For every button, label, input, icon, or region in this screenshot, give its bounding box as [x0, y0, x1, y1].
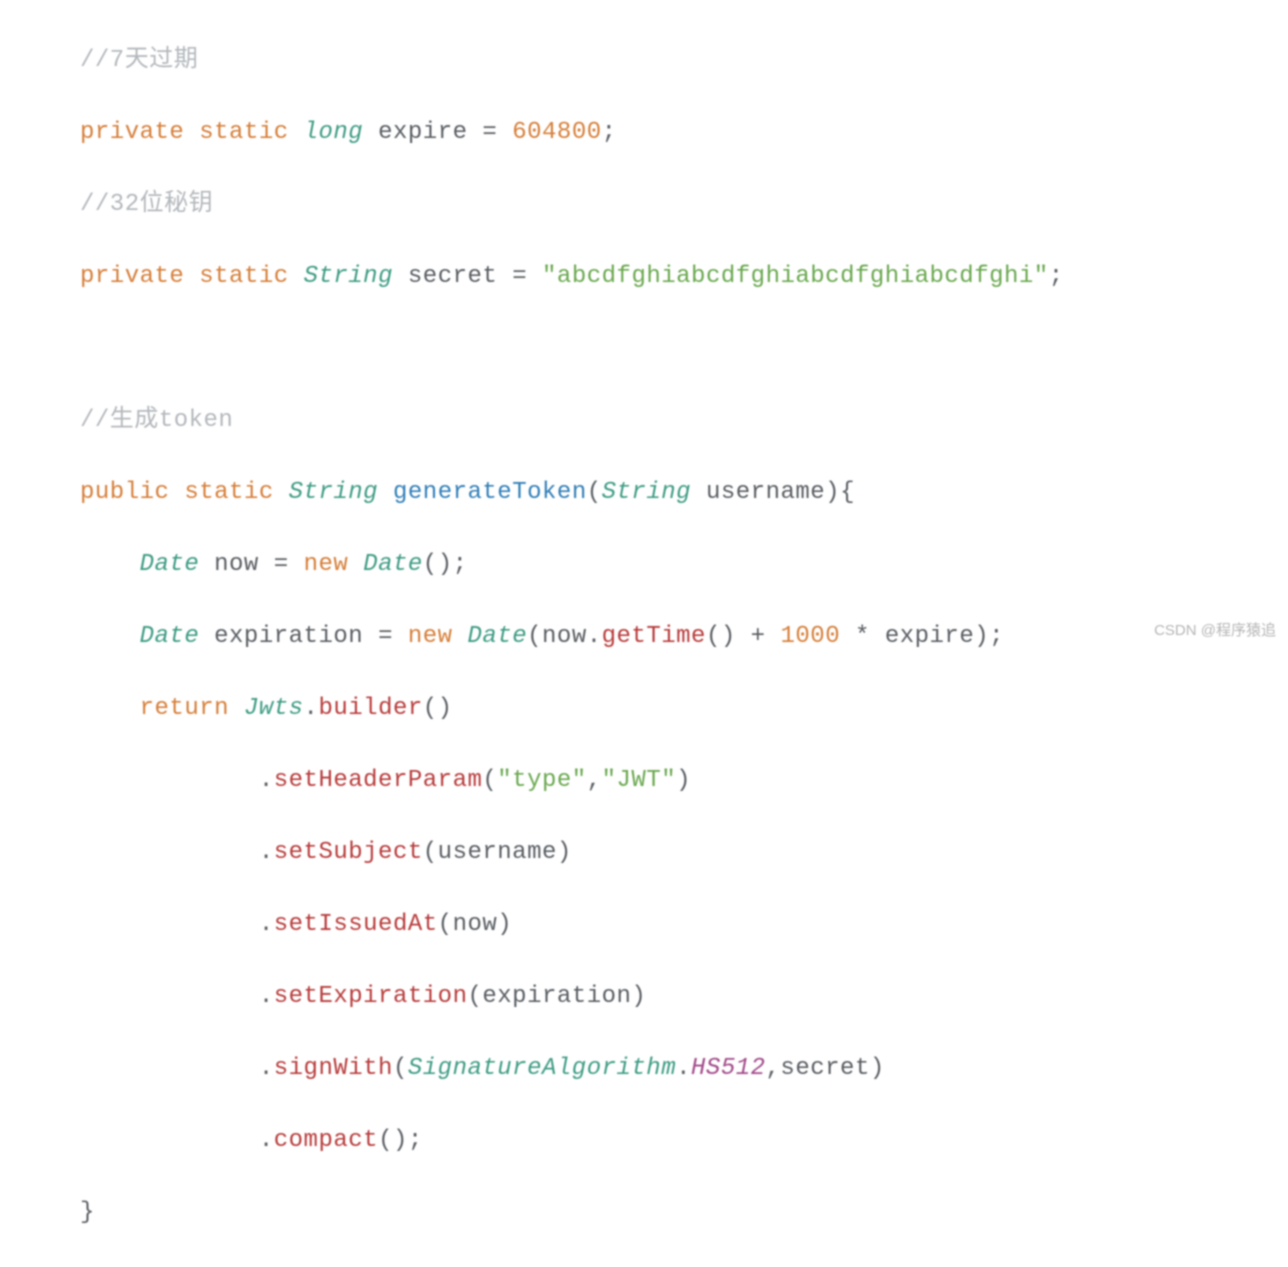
blank-line [80, 331, 1288, 367]
punct: . [259, 767, 274, 794]
method-call: builder [318, 695, 422, 722]
punct: . [259, 911, 274, 938]
comment: //7天过期 [80, 47, 198, 74]
identifier: expiration [214, 623, 363, 650]
operator: * [855, 623, 870, 650]
type: SignatureAlgorithm [408, 1055, 676, 1082]
code-line: .compact(); [80, 1123, 1288, 1159]
punct: . [676, 1055, 691, 1082]
keyword: private [80, 263, 184, 290]
identifier: secret [408, 263, 497, 290]
number: 1000 [780, 623, 840, 650]
type: String [304, 263, 393, 290]
string: "type" [497, 767, 586, 794]
type: String [289, 479, 378, 506]
class-ref: Jwts [244, 695, 304, 722]
type: Date [140, 551, 200, 578]
code-line: .setIssuedAt(now) [80, 907, 1288, 943]
punct: ( [393, 1055, 408, 1082]
method-call: getTime [602, 623, 706, 650]
punct: ( [587, 479, 602, 506]
punct: . [259, 1127, 274, 1154]
punct: (expiration) [467, 983, 646, 1010]
identifier: username [706, 479, 825, 506]
code-line: Date now = new Date(); [80, 547, 1288, 583]
keyword: private [80, 119, 184, 146]
punct: () [706, 623, 736, 650]
keyword: static [199, 119, 288, 146]
operator: = [482, 119, 497, 146]
punct: (); [378, 1127, 423, 1154]
method-call: compact [274, 1127, 378, 1154]
punct: ,secret) [766, 1055, 885, 1082]
method-call: setIssuedAt [274, 911, 438, 938]
keyword: static [184, 479, 273, 506]
method-call: setSubject [274, 839, 423, 866]
punct: ){ [825, 479, 855, 506]
comment: //32位秘钥 [80, 191, 213, 218]
method-call: setExpiration [274, 983, 468, 1010]
code-line: } [80, 1195, 1288, 1231]
code-line: public static String generateToken(Strin… [80, 475, 1288, 511]
punct: ; [1049, 263, 1064, 290]
keyword: static [199, 263, 288, 290]
punct: . [259, 1055, 274, 1082]
punct: ; [602, 119, 617, 146]
punct: . [259, 839, 274, 866]
code-line: Date expiration = new Date(now.getTime()… [80, 619, 1288, 655]
code-line: //32位秘钥 [80, 187, 1288, 223]
string: "abcdfghiabcdfghiabcdfghiabcdfghi" [542, 263, 1049, 290]
method-call: signWith [274, 1055, 393, 1082]
identifier: expire [378, 119, 467, 146]
operator: = [274, 551, 289, 578]
keyword: new [304, 551, 349, 578]
type: Date [468, 623, 528, 650]
code-line: //生成token [80, 403, 1288, 439]
punct: () [423, 695, 453, 722]
punct: } [80, 1199, 95, 1226]
operator: = [512, 263, 527, 290]
enum-constant: HS512 [691, 1055, 766, 1082]
code-line: return Jwts.builder() [80, 691, 1288, 727]
code-block: //7天过期 private static long expire = 6048… [0, 0, 1288, 1267]
type: Date [140, 623, 200, 650]
punct: (username) [423, 839, 572, 866]
punct: , [587, 767, 602, 794]
identifier: expire); [885, 623, 1004, 650]
code-line: .signWith(SignatureAlgorithm.HS512,secre… [80, 1051, 1288, 1087]
operator: = [378, 623, 393, 650]
punct: . [259, 983, 274, 1010]
punct: (now. [527, 623, 602, 650]
function-name: generateToken [393, 479, 587, 506]
comment: //生成token [80, 407, 233, 434]
code-line: private static long expire = 604800; [80, 115, 1288, 151]
type: Date [363, 551, 423, 578]
keyword: return [140, 695, 229, 722]
watermark: CSDN @程序猿追 [1154, 613, 1276, 649]
identifier: now [214, 551, 259, 578]
punct: ) [676, 767, 691, 794]
code-line: .setHeaderParam("type","JWT") [80, 763, 1288, 799]
code-line: //7天过期 [80, 43, 1288, 79]
punct: (); [423, 551, 468, 578]
type: String [602, 479, 691, 506]
code-line: .setSubject(username) [80, 835, 1288, 871]
type: long [304, 119, 364, 146]
punct: (now) [438, 911, 513, 938]
operator: + [751, 623, 766, 650]
keyword: public [80, 479, 169, 506]
keyword: new [408, 623, 453, 650]
string: "JWT" [602, 767, 677, 794]
code-line: private static String secret = "abcdfghi… [80, 259, 1288, 295]
punct: . [304, 695, 319, 722]
code-line: .setExpiration(expiration) [80, 979, 1288, 1015]
punct: ( [482, 767, 497, 794]
method-call: setHeaderParam [274, 767, 483, 794]
number: 604800 [512, 119, 601, 146]
